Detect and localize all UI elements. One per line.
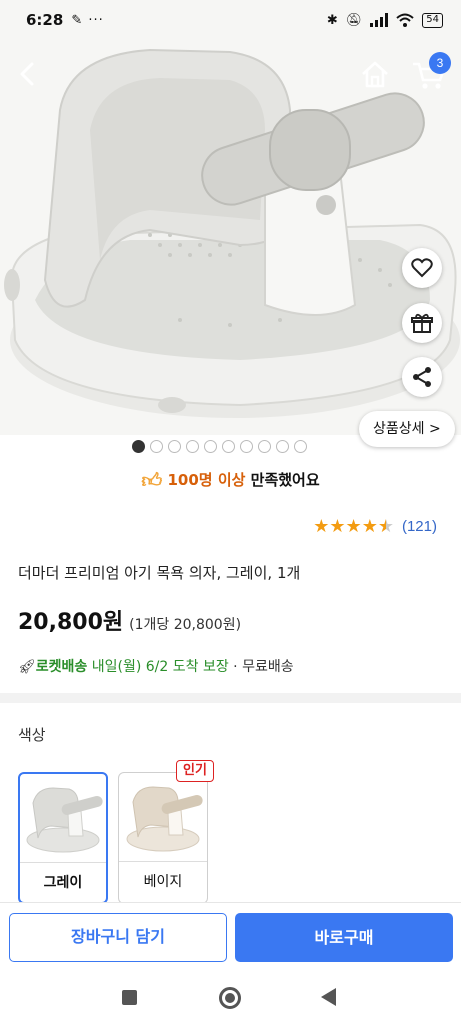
star-full-icon: ★ — [361, 516, 378, 537]
option-gray-thumbnail — [20, 774, 106, 863]
home-icon[interactable] — [358, 58, 392, 92]
star-full-icon: ★ — [345, 516, 362, 537]
pagination-dot[interactable] — [168, 440, 181, 453]
recents-button[interactable] — [122, 990, 137, 1005]
option-beige-thumbnail — [119, 773, 207, 862]
mute-icon: 🔕︎ — [345, 12, 363, 28]
status-time: 6:28 — [26, 11, 64, 29]
gift-button[interactable] — [402, 303, 442, 343]
pagination-dot[interactable] — [276, 440, 289, 453]
free-shipping: · 무료배송 — [228, 659, 294, 675]
wishlist-button[interactable] — [402, 248, 442, 288]
review-count[interactable]: (121) — [402, 518, 437, 535]
satisfaction-text: 만족했어요 — [245, 471, 320, 489]
bottom-action-bar: 장바구니 담기 바로구매 — [0, 902, 461, 972]
buy-now-button[interactable]: 바로구매 — [235, 913, 453, 962]
satisfaction-banner: 👍︎ 100명 이상 만족했어요 — [0, 468, 461, 493]
status-bar: 6:28 ✎ ··· ✱ 🔕︎ 54 — [0, 0, 461, 40]
delivery-info: 🚀︎로켓배송 내일(월) 6/2 도착 보장 · 무료배송 — [18, 656, 294, 676]
status-notification-icons: ✎ ··· — [71, 12, 104, 28]
product-title: 더마더 프리미엄 아기 목욕 의자, 그레이, 1개 — [18, 564, 301, 582]
share-icon — [413, 367, 431, 387]
home-button[interactable] — [219, 987, 241, 1009]
battery-icon: 54 — [422, 12, 443, 28]
star-rating: ★★★★★ — [313, 516, 394, 537]
rating[interactable]: ★★★★★ (121) — [313, 516, 437, 537]
pagination-dot[interactable] — [258, 440, 271, 453]
add-to-cart-button[interactable]: 장바구니 담기 — [9, 913, 227, 962]
price-block: 20,800원 (1개당 20,800원) — [18, 604, 241, 636]
option-gray[interactable]: 그레이 — [18, 772, 108, 904]
wifi-icon — [396, 13, 414, 27]
option-gray-name: 그레이 — [43, 875, 83, 891]
cart-count-badge: 3 — [429, 52, 451, 74]
rocket-delivery-label: 로켓배송 — [35, 659, 88, 675]
pagination-dot[interactable] — [222, 440, 235, 453]
pagination-dot[interactable] — [186, 440, 199, 453]
signal-icon — [370, 13, 389, 27]
share-button[interactable] — [402, 357, 442, 397]
system-navigation-bar — [0, 972, 461, 1024]
popular-badge: 인기 — [176, 760, 214, 782]
pagination-dot[interactable] — [204, 440, 217, 453]
option-beige-name: 베이지 — [143, 874, 183, 890]
thumbs-up-icon: 👍︎ — [141, 468, 163, 492]
section-divider — [0, 693, 461, 703]
option-label: 색상 — [18, 726, 46, 744]
seat-thumbnail-beige — [126, 786, 203, 852]
heart-icon — [411, 258, 433, 278]
back-button[interactable] — [321, 988, 336, 1006]
star-full-icon: ★ — [329, 516, 346, 537]
top-nav — [0, 52, 461, 98]
star-half-icon: ★ — [377, 516, 394, 537]
unit-price: (1개당 20,800원) — [129, 617, 242, 633]
pagination-dot[interactable] — [240, 440, 253, 453]
arrival-guarantee: 내일(월) 6/2 도착 보장 — [87, 659, 229, 675]
product-detail-button[interactable]: 상품상세 > — [359, 411, 455, 447]
bluetooth-icon: ✱ — [326, 12, 338, 28]
star-full-icon: ★ — [313, 516, 330, 537]
status-right-icons: ✱ 🔕︎ 54 — [326, 12, 443, 28]
product-price: 20,800원 — [18, 610, 124, 635]
back-arrow-icon[interactable] — [12, 58, 44, 90]
rocket-icon: 🚀︎ — [18, 659, 36, 675]
pagination-dot[interactable] — [294, 440, 307, 453]
pagination-dot[interactable] — [150, 440, 163, 453]
option-beige[interactable]: 베이지 — [118, 772, 208, 904]
seat-thumbnail-gray — [26, 787, 103, 853]
gift-icon — [411, 313, 433, 333]
satisfaction-count: 100명 이상 — [167, 471, 246, 489]
pagination-dot[interactable] — [132, 440, 145, 453]
